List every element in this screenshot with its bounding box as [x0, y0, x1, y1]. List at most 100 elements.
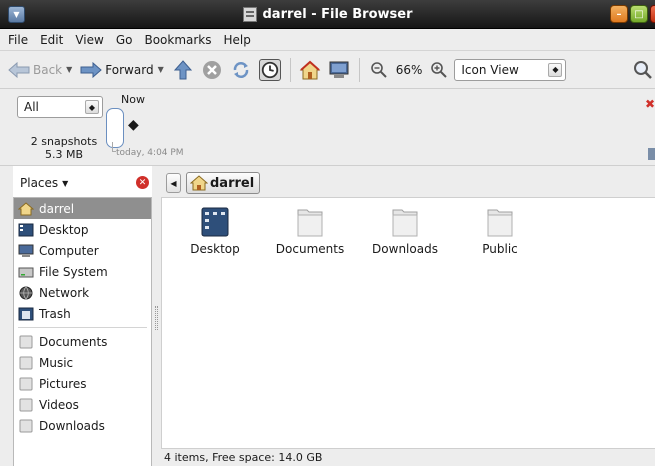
forward-arrow-icon: [80, 61, 103, 78]
view-mode-value: Icon View: [461, 62, 519, 77]
sidebar-item-label: Downloads: [39, 418, 105, 433]
sidebar-header-label: Places: [20, 176, 59, 190]
sidebar-item-trash[interactable]: Trash: [14, 303, 151, 324]
sidebar-item-label: File System: [39, 264, 108, 279]
view-mode-select[interactable]: Icon View ◆: [454, 58, 567, 81]
sidebar: darrel Desktop Computer File System Netw…: [13, 197, 152, 466]
sidebar-item-network[interactable]: Network: [14, 282, 151, 303]
sidebar-item-file-system[interactable]: File System: [14, 261, 151, 282]
folder-icon: [18, 377, 34, 391]
sidebar-item-computer[interactable]: Computer: [14, 240, 151, 261]
sidebar-item-documents[interactable]: Documents: [14, 331, 151, 352]
back-history-dropdown-icon[interactable]: ▼: [66, 65, 72, 74]
sidebar-item-pictures[interactable]: Pictures: [14, 373, 151, 394]
menu-file[interactable]: File: [8, 33, 28, 47]
back-label: Back: [33, 62, 63, 77]
status-bar: 4 items, Free space: 14.0 GB: [161, 448, 655, 466]
sidebar-item-label: Trash: [39, 306, 71, 321]
breadcrumb-darrel[interactable]: darrel: [186, 172, 261, 194]
folder-icon: [18, 356, 34, 370]
maximize-button[interactable]: □: [630, 5, 648, 23]
toolbar-separator-2: [358, 57, 360, 82]
pane-resize-grip[interactable]: [155, 306, 158, 330]
menu-go[interactable]: Go: [116, 33, 133, 47]
file-browser-icon: [242, 6, 257, 22]
file-item-downloads[interactable]: Downloads: [360, 207, 450, 256]
spin-arrows-icon: ◆: [548, 62, 563, 77]
drive-icon: [18, 265, 34, 279]
file-view[interactable]: Desktop Documents Downloads Public: [161, 197, 655, 448]
folder-icon: [18, 398, 34, 412]
home-icon[interactable]: [299, 59, 321, 81]
toolbar-separator: [289, 57, 291, 82]
sidebar-item-videos[interactable]: Videos: [14, 394, 151, 415]
file-name: Documents: [275, 242, 345, 256]
now-marker-icon[interactable]: ◆: [128, 117, 139, 133]
path-scroll-left-button[interactable]: ◀: [166, 173, 181, 193]
sidebar-header[interactable]: Places ▼ ✕: [13, 170, 152, 196]
sidebar-item-music[interactable]: Music: [14, 352, 151, 373]
sidebar-item-label: Network: [39, 285, 90, 300]
sidebar-item-label: darrel: [39, 201, 75, 216]
reload-icon[interactable]: [230, 59, 252, 81]
now-label: Now: [121, 93, 145, 106]
network-icon: [18, 286, 34, 300]
forward-label: Forward: [105, 62, 154, 77]
folder-icon: [297, 209, 323, 237]
snapshot-time: today, 4:04 PM: [116, 148, 184, 158]
search-icon[interactable]: [632, 59, 654, 81]
minimize-button[interactable]: –: [610, 5, 628, 23]
close-sidebar-icon[interactable]: ✕: [136, 176, 149, 189]
file-name: Desktop: [190, 242, 240, 256]
title-bar: ▼ darrel - File Browser – □ ✕: [0, 0, 655, 29]
sidebar-item-darrel[interactable]: darrel: [14, 198, 151, 219]
menu-bar: File Edit View Go Bookmarks Help: [0, 29, 655, 51]
file-name: Public: [482, 242, 518, 256]
file-item-documents[interactable]: Documents: [265, 207, 355, 256]
close-window-button[interactable]: ✕: [650, 5, 655, 23]
toolbar: Back ▼ Forward ▼ 66% Icon View ◆: [0, 51, 655, 89]
file-item-public[interactable]: Public: [455, 207, 545, 256]
time-slider-icon[interactable]: [258, 58, 281, 81]
home-icon: [190, 175, 208, 191]
forward-button[interactable]: Forward ▼: [80, 61, 164, 78]
up-arrow-icon[interactable]: [172, 59, 194, 81]
sidebar-item-label: Videos: [39, 397, 79, 412]
desktop-folder-icon: [201, 207, 229, 237]
forward-history-dropdown-icon[interactable]: ▼: [158, 65, 164, 74]
folder-icon: [392, 209, 418, 237]
sidebar-item-downloads[interactable]: Downloads: [14, 415, 151, 436]
snapshot-summary: 2 snapshots 5.3 MB: [24, 135, 104, 161]
zoom-in-icon[interactable]: [428, 59, 450, 81]
menu-edit[interactable]: Edit: [40, 33, 63, 47]
close-timeline-icon[interactable]: ✖: [645, 97, 655, 111]
menu-view[interactable]: View: [75, 33, 103, 47]
desktop-icon: [18, 223, 34, 237]
back-button[interactable]: Back ▼: [8, 61, 72, 78]
file-item-desktop[interactable]: Desktop: [170, 207, 260, 256]
snapshot-count: 2 snapshots: [30, 135, 98, 148]
chevron-down-icon: ▼: [62, 178, 69, 188]
sidebar-item-desktop[interactable]: Desktop: [14, 219, 151, 240]
folder-icon: [487, 209, 513, 237]
sidebar-item-label: Pictures: [39, 376, 87, 391]
sidebar-item-label: Desktop: [39, 222, 89, 237]
stop-icon[interactable]: [201, 59, 223, 81]
menu-bookmarks[interactable]: Bookmarks: [144, 33, 211, 47]
breadcrumb-label: darrel: [210, 175, 255, 191]
status-text: 4 items, Free space: 14.0 GB: [164, 451, 323, 464]
timeline-resize-handle[interactable]: [648, 148, 655, 160]
folder-icon: [18, 335, 34, 349]
window-title: darrel - File Browser: [262, 6, 413, 22]
menu-help[interactable]: Help: [224, 33, 251, 47]
zoom-out-icon[interactable]: [368, 59, 390, 81]
computer-icon[interactable]: [328, 59, 350, 81]
sidebar-divider: [18, 327, 147, 328]
computer-icon: [18, 244, 34, 258]
snapshot-filter-select[interactable]: All ◆: [17, 96, 103, 118]
snapshot-size: 5.3 MB: [44, 148, 84, 161]
snapshot-filter-value: All: [24, 100, 39, 114]
window-menu-button[interactable]: ▼: [8, 6, 25, 23]
sidebar-item-label: Computer: [39, 243, 99, 258]
zoom-level[interactable]: 66%: [396, 63, 423, 77]
